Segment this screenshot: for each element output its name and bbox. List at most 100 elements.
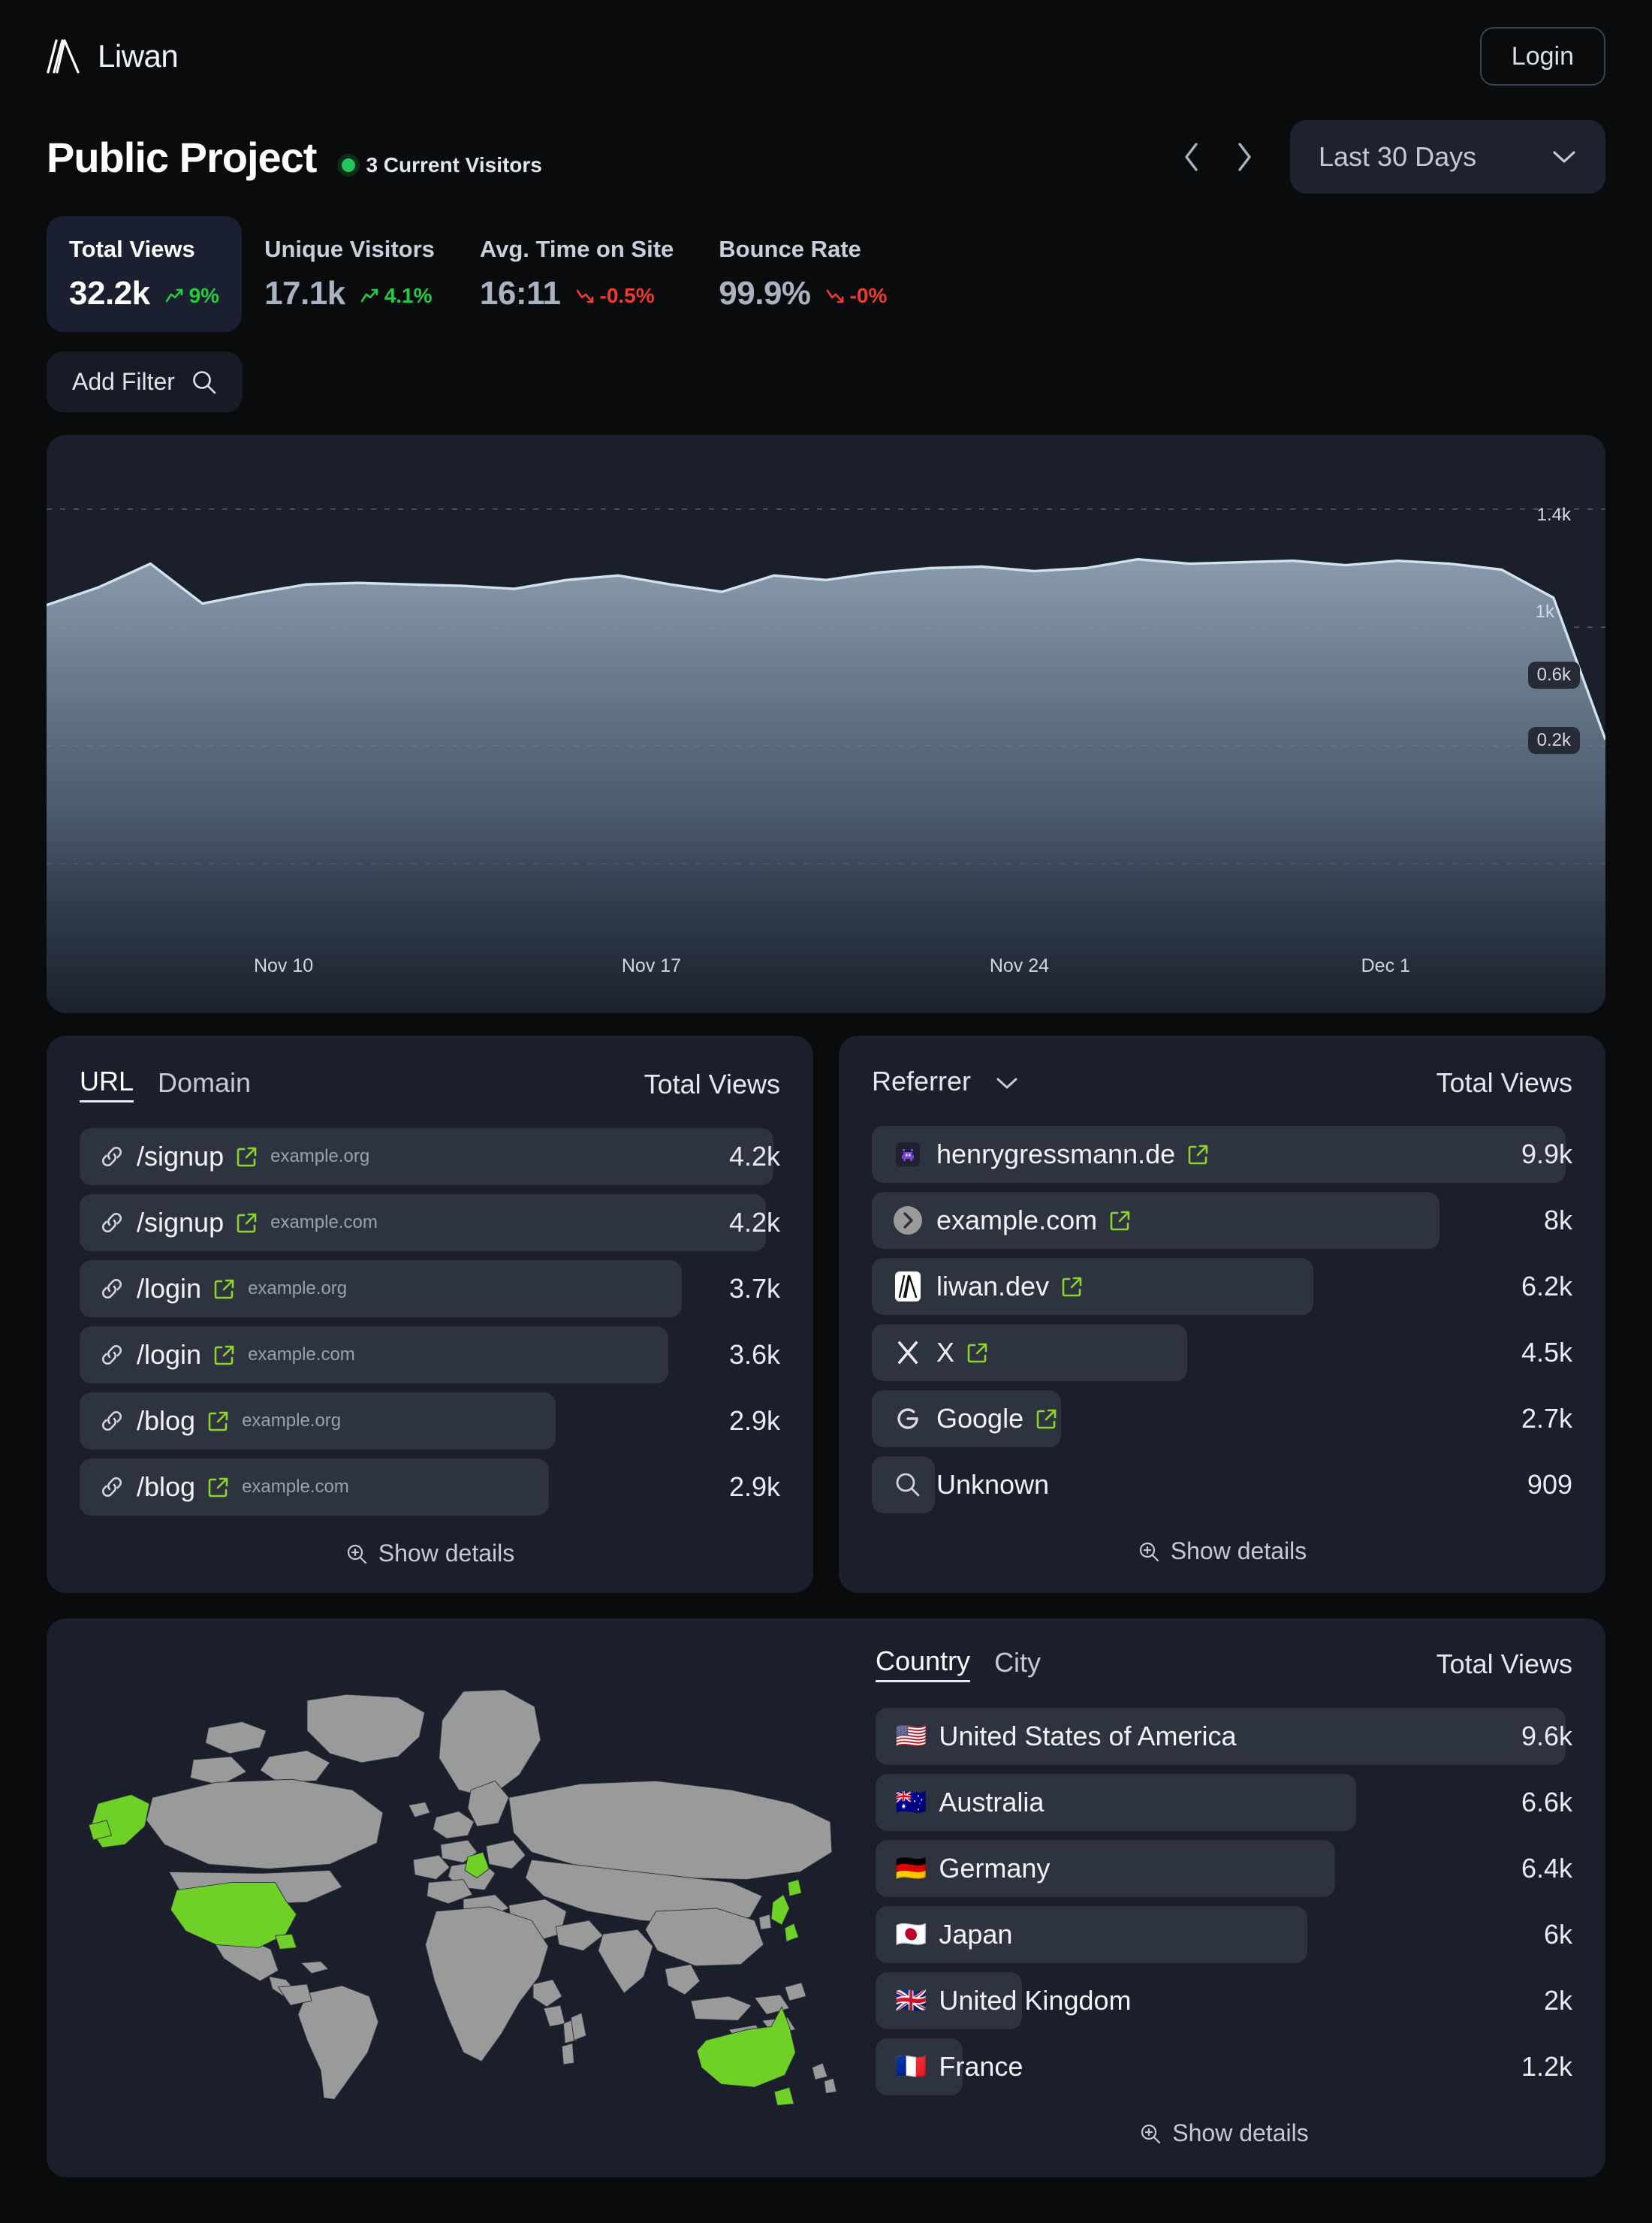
table-row[interactable]: /loginexample.org3.7k (80, 1260, 780, 1317)
row-value: 6k (1526, 1919, 1572, 1950)
metric-delta: -0.5% (576, 284, 655, 308)
metric-avg-time-on-site[interactable]: Avg. Time on Site 16:11 -0.5% (457, 216, 696, 332)
referrer-dropdown-button[interactable] (995, 1075, 1019, 1090)
row-content: example.com (872, 1204, 1526, 1237)
table-row[interactable]: 🇩🇪Germany6.4k (876, 1840, 1572, 1897)
table-row[interactable]: /blogexample.org2.9k (80, 1392, 780, 1449)
metric-total-views[interactable]: Total Views 32.2k 9% (47, 216, 242, 332)
country-flag-icon: 🇦🇺 (895, 1790, 927, 1815)
row-content: 🇫🇷France (876, 2051, 1503, 2083)
external-link-button[interactable] (1109, 1209, 1132, 1232)
views-chart-card[interactable]: 1.4k 1k 0.6k 0.2k Nov 10 Nov 17 Nov 24 D… (47, 435, 1605, 1013)
table-row[interactable]: 🇦🇺 Australia 6.6k (876, 1774, 1572, 1831)
login-button[interactable]: Login (1480, 27, 1605, 86)
map-country-usa-alaska (90, 1795, 149, 1848)
external-link-button[interactable] (966, 1341, 989, 1364)
table-row[interactable]: Google2.7k (872, 1390, 1572, 1447)
external-link-icon (1109, 1209, 1132, 1232)
world-map[interactable] (80, 1645, 846, 2147)
y-tick-200: 0.2k (1528, 727, 1580, 754)
external-link-button[interactable] (213, 1277, 236, 1300)
next-period-button[interactable] (1221, 134, 1268, 180)
chevron-down-icon (995, 1075, 1019, 1090)
row-content: /signupexample.com (80, 1207, 711, 1238)
referrer-show-details-button[interactable]: Show details (872, 1537, 1572, 1565)
map-country-usa-florida (276, 1934, 297, 1949)
current-visitors-label: 3 Current Visitors (366, 153, 541, 177)
metrics-row: Total Views 32.2k 9% Unique Visitors 17.… (0, 194, 1652, 332)
row-value: 2k (1526, 1985, 1572, 2016)
page-title: Public Project (47, 133, 316, 182)
prev-period-button[interactable] (1168, 134, 1215, 180)
tab-domain[interactable]: Domain (158, 1067, 251, 1102)
table-row[interactable]: example.com8k (872, 1192, 1572, 1249)
tab-country[interactable]: Country (876, 1645, 970, 1682)
external-link-button[interactable] (1036, 1407, 1058, 1430)
country-flag-icon: 🇯🇵 (895, 1922, 927, 1947)
row-value: 4.5k (1503, 1337, 1572, 1368)
trend-up-icon (360, 288, 380, 304)
external-link-button[interactable] (236, 1145, 258, 1168)
table-row[interactable]: X 4.5k (872, 1324, 1572, 1381)
row-content: 🇩🇪Germany (876, 1853, 1503, 1884)
external-link-button[interactable] (1061, 1275, 1084, 1298)
project-title-group: Public Project 3 Current Visitors (47, 133, 542, 182)
live-dot-icon (342, 158, 355, 172)
chart-area-fill (47, 560, 1605, 1013)
views-area-chart (47, 435, 1605, 1013)
link-icon-wrap (99, 1144, 125, 1169)
link-icon-wrap (99, 1342, 125, 1368)
urls-panel-header: URL Domain Total Views (80, 1066, 780, 1102)
geo-show-details-button[interactable]: Show details (876, 2119, 1572, 2147)
row-content: /loginexample.com (80, 1339, 711, 1371)
metric-bounce-rate[interactable]: Bounce Rate 99.9% -0% (696, 216, 909, 332)
row-label: X (936, 1337, 954, 1368)
row-subtext: example.com (242, 1476, 349, 1498)
brand[interactable]: Liwan (47, 38, 178, 75)
table-row[interactable]: /signupexample.com4.2k (80, 1194, 780, 1251)
liwan-favicon (891, 1270, 924, 1303)
table-row[interactable]: liwan.dev6.2k (872, 1258, 1572, 1315)
row-value: 6.6k (1503, 1787, 1572, 1818)
panels-row: URL Domain Total Views /signupexample.or… (47, 1036, 1605, 1593)
add-filter-button[interactable]: Add Filter (47, 351, 243, 412)
external-link-button[interactable] (1187, 1143, 1210, 1166)
external-link-button[interactable] (236, 1211, 258, 1234)
table-row[interactable]: 🇫🇷France1.2k (876, 2038, 1572, 2095)
table-row[interactable]: 🇯🇵Japan6k (876, 1906, 1572, 1963)
table-row[interactable]: /loginexample.com3.6k (80, 1326, 780, 1383)
urls-show-details-button[interactable]: Show details (80, 1540, 780, 1567)
row-label: /signup (137, 1207, 224, 1238)
metric-delta: 9% (165, 284, 219, 308)
date-range-select[interactable]: Last 30 Days (1290, 120, 1605, 194)
tab-url[interactable]: URL (80, 1066, 134, 1102)
urls-metric-header: Total Views (644, 1069, 780, 1100)
tab-city[interactable]: City (994, 1647, 1041, 1682)
external-link-button[interactable] (207, 1410, 230, 1432)
tab-referrer[interactable]: Referrer (872, 1066, 971, 1100)
external-link-button[interactable] (207, 1476, 230, 1498)
y-tick-1400: 1.4k (1528, 502, 1580, 529)
geo-show-details-label: Show details (1172, 2119, 1308, 2147)
table-row[interactable]: /blogexample.com2.9k (80, 1458, 780, 1516)
table-row[interactable]: /signupexample.org4.2k (80, 1128, 780, 1185)
external-link-button[interactable] (213, 1344, 236, 1366)
external-link-icon (236, 1145, 258, 1168)
row-value: 8k (1526, 1205, 1572, 1236)
table-row[interactable]: 🇺🇸United States of America9.6k (876, 1708, 1572, 1765)
table-row[interactable]: henrygressmann.de9.9k (872, 1126, 1572, 1183)
link-icon (99, 1144, 125, 1169)
row-subtext: example.org (270, 1146, 369, 1167)
row-content: /loginexample.org (80, 1273, 711, 1305)
trend-down-icon (576, 288, 595, 304)
row-label: Australia (939, 1787, 1044, 1818)
date-nav: Last 30 Days (1168, 120, 1605, 194)
trend-up-icon (165, 288, 185, 304)
metric-label: Unique Visitors (264, 236, 435, 263)
metric-value: 32.2k (69, 275, 150, 312)
referrer-metric-header: Total Views (1436, 1067, 1572, 1099)
row-value: 2.7k (1503, 1403, 1572, 1434)
table-row[interactable]: Unknown909 (872, 1456, 1572, 1513)
metric-unique-visitors[interactable]: Unique Visitors 17.1k 4.1% (242, 216, 457, 332)
table-row[interactable]: 🇬🇧United Kingdom2k (876, 1972, 1572, 2029)
